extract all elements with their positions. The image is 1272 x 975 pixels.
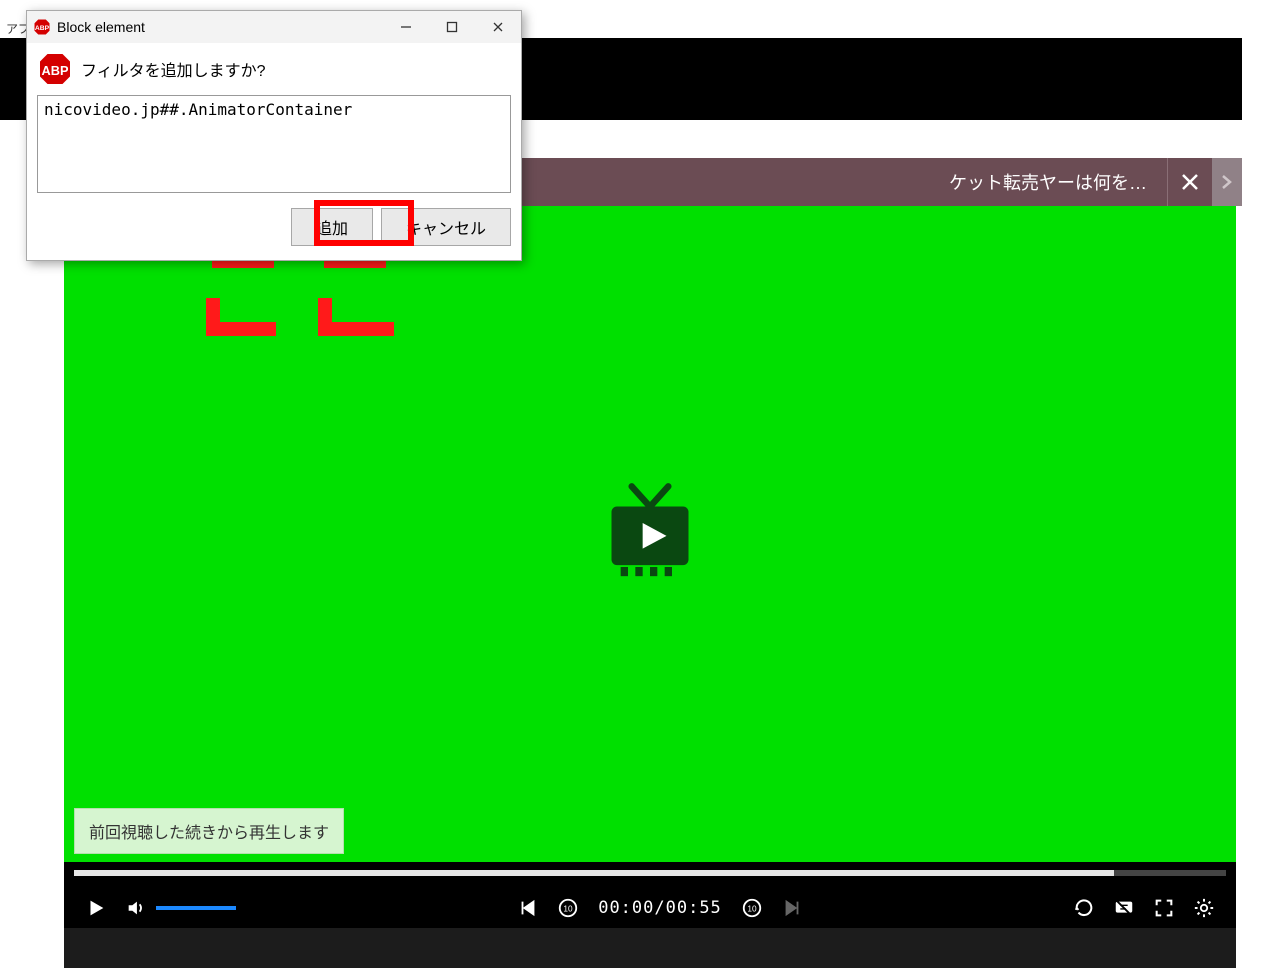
skip-forward-button[interactable]	[772, 888, 812, 928]
loop-button[interactable]	[1064, 888, 1104, 928]
comment-off-icon	[1113, 897, 1135, 919]
center-play-button[interactable]	[595, 479, 705, 589]
ticker-next-button[interactable]	[1212, 158, 1242, 206]
rewind-10-button[interactable]: 10	[548, 888, 588, 928]
resume-text: 前回視聴した続きから再生します	[89, 825, 329, 842]
loop-icon	[1073, 897, 1095, 919]
skip-back-icon	[517, 897, 539, 919]
close-icon	[1180, 172, 1200, 192]
maximize-button[interactable]	[429, 11, 475, 43]
skip-back-button[interactable]	[508, 888, 548, 928]
volume-button[interactable]	[116, 888, 156, 928]
resume-playback-toast: 前回視聴した続きから再生します	[74, 808, 344, 854]
dialog-title: Block element	[57, 19, 145, 35]
rewind-10-icon: 10	[557, 897, 579, 919]
fullscreen-icon	[1153, 897, 1175, 919]
player-control-bar: 10 00:00/00:55 10	[64, 862, 1236, 928]
progress-fill	[74, 870, 1114, 876]
maximize-icon	[446, 21, 458, 33]
settings-button[interactable]	[1184, 888, 1224, 928]
tv-play-icon	[595, 479, 705, 589]
minimize-button[interactable]	[383, 11, 429, 43]
comment-off-button[interactable]	[1104, 888, 1144, 928]
time-display: 00:00/00:55	[598, 898, 722, 918]
svg-text:ABP: ABP	[42, 63, 69, 78]
dialog-prompt: フィルタを追加しますか?	[81, 57, 266, 81]
close-button[interactable]	[475, 11, 521, 43]
dialog-titlebar[interactable]: ABP Block element	[27, 11, 521, 43]
forward-10-icon: 10	[741, 897, 763, 919]
fullscreen-button[interactable]	[1144, 888, 1184, 928]
ticker-text: ケット転売ヤーは何を…	[489, 169, 1147, 195]
annotation-mark	[206, 322, 276, 336]
forward-10-button[interactable]: 10	[732, 888, 772, 928]
ticker-close-button[interactable]	[1167, 158, 1212, 206]
minimize-icon	[400, 21, 412, 33]
gear-icon	[1193, 897, 1215, 919]
cancel-button[interactable]: キャンセル	[381, 208, 511, 246]
play-icon	[85, 897, 107, 919]
filter-rule-input[interactable]	[37, 95, 511, 193]
abp-icon: ABP	[33, 18, 51, 36]
abp-block-element-dialog: ABP Block element ABP フィルタを追加しますか? 追加	[26, 10, 522, 261]
volume-icon	[125, 897, 147, 919]
bottom-bar	[64, 928, 1236, 968]
chevron-right-icon	[1221, 174, 1233, 190]
video-player-stage[interactable]: 前回視聴した続きから再生します	[64, 206, 1236, 862]
annotation-mark	[318, 322, 394, 336]
svg-text:10: 10	[747, 905, 757, 914]
close-icon	[492, 21, 504, 33]
play-button[interactable]	[76, 888, 116, 928]
add-filter-button[interactable]: 追加	[291, 208, 373, 246]
svg-text:10: 10	[564, 905, 574, 914]
skip-forward-icon	[781, 897, 803, 919]
svg-text:ABP: ABP	[35, 25, 50, 32]
volume-slider[interactable]	[156, 906, 236, 910]
abp-icon: ABP	[37, 51, 73, 87]
